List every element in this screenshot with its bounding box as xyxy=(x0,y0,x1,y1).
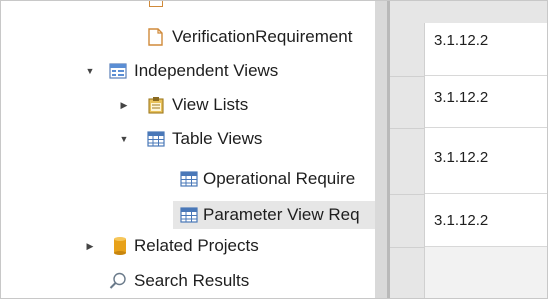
tree-item-label: Operational Require xyxy=(203,169,356,188)
tree-item-label: Search Results xyxy=(134,271,250,290)
expand-arrow-icon[interactable]: ▶ xyxy=(85,241,95,251)
tree-item-view-lists[interactable]: ▶ View Lists xyxy=(1,91,375,119)
tree-item-search-results[interactable]: Search Results xyxy=(1,267,375,295)
row-header-column xyxy=(390,23,425,298)
collapse-arrow-icon[interactable]: ▼ xyxy=(119,134,129,144)
tree-item-label: View Lists xyxy=(172,95,249,114)
cell-value: 3.1.12.2 xyxy=(434,32,489,49)
tree-item-label: Independent Views xyxy=(134,61,279,80)
cell-value: 3.1.12.2 xyxy=(434,212,489,229)
project-tree: VerificationRequirement ▼ Independent Vi… xyxy=(1,1,375,298)
tree-item-parameter-view-req[interactable]: Parameter View Req xyxy=(173,201,375,229)
table-icon xyxy=(180,170,198,188)
tree-item-label: Parameter View Req xyxy=(203,205,360,224)
table-grid: 3.1.12.2 3.1.12.2 3.1.12.2 3.1.12.2 xyxy=(390,1,547,298)
table-cell[interactable]: 3.1.12.2 xyxy=(425,23,547,76)
row-divider xyxy=(390,247,425,248)
tree-item-independent-views[interactable]: ▼ Independent Views xyxy=(1,57,375,85)
expand-arrow-icon[interactable]: ▶ xyxy=(119,100,129,110)
tree-item-operational-require[interactable]: Operational Require xyxy=(1,165,375,193)
tree-item-table-views[interactable]: ▼ Table Views xyxy=(1,125,375,153)
row-divider xyxy=(390,76,425,77)
cell-value: 3.1.12.2 xyxy=(434,89,489,106)
tree-item-label: VerificationRequirement xyxy=(172,27,353,46)
collapse-arrow-icon[interactable]: ▼ xyxy=(85,66,95,76)
table-cell[interactable]: 3.1.12.2 xyxy=(425,76,547,128)
tree-item-label: Related Projects xyxy=(134,236,259,255)
app-window: VerificationRequirement ▼ Independent Vi… xyxy=(0,0,548,299)
views-icon xyxy=(109,62,127,80)
row-divider xyxy=(390,128,425,129)
clipboard-icon xyxy=(147,96,165,114)
table-cell[interactable]: 3.1.12.2 xyxy=(425,194,547,247)
page-orange-icon xyxy=(147,28,165,46)
cylinder-icon xyxy=(111,236,129,255)
table-icon xyxy=(180,206,198,224)
search-icon xyxy=(109,272,127,290)
partial-item-icon xyxy=(149,1,163,7)
tree-item-label: Table Views xyxy=(172,129,263,148)
row-divider xyxy=(390,194,425,195)
table-icon xyxy=(147,130,165,148)
cell-value: 3.1.12.2 xyxy=(434,149,489,166)
table-cell[interactable]: 3.1.12.2 xyxy=(425,128,547,194)
column-header[interactable] xyxy=(390,1,547,23)
tree-item-related-projects[interactable]: ▶ Related Projects xyxy=(1,232,375,260)
tree-item-verification-requirement[interactable]: VerificationRequirement xyxy=(1,23,375,51)
